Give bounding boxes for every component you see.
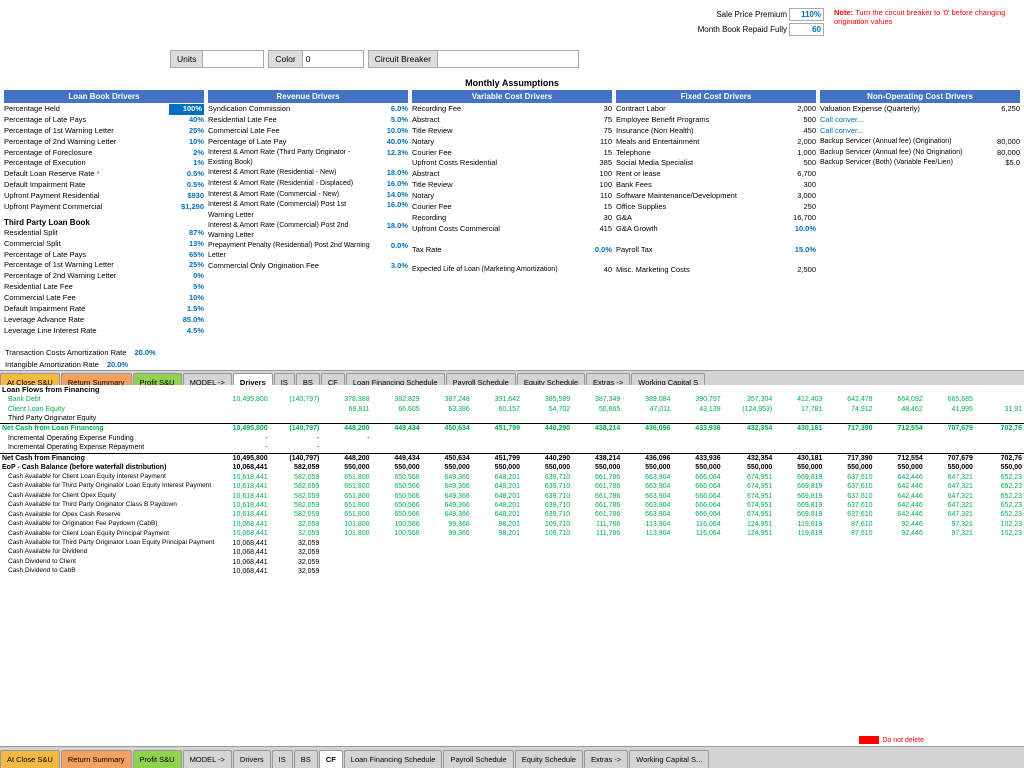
variable-cost-header: Variable Cost Drivers	[412, 90, 612, 103]
eop-cash-balance-row: EoP - Cash Balance (before waterfall dis…	[0, 463, 1024, 472]
circuit-breaker-filter: Circuit Breaker	[368, 50, 579, 68]
transaction-amort-label: Transaction Costs Amortization Rate	[5, 347, 126, 360]
color-input[interactable]	[303, 51, 363, 67]
sale-price-label: Sale Price Premium	[677, 10, 787, 19]
note-area: Note: Turn the circuit breaker to '0' be…	[834, 8, 1019, 26]
tab-bottom-model[interactable]: MODEL ->	[183, 750, 232, 768]
transaction-amort-val: 20.0%	[134, 347, 155, 360]
month-book-input[interactable]	[789, 23, 824, 36]
circuit-breaker-label: Circuit Breaker	[369, 51, 438, 67]
tab-bottom-working-capital[interactable]: Working Capital S...	[629, 750, 709, 768]
cash-avail-third-party-principal-row: Cash Available for Third Party Originato…	[0, 539, 1024, 548]
tab-bottom-bs[interactable]: BS	[294, 750, 318, 768]
assumptions-grid: Loan Book Drivers Percentage Held100% Pe…	[0, 90, 1024, 337]
red-rect-indicator	[859, 736, 879, 744]
cash-avail-dividend-row: Cash Available for Dividend 10,068,441 3…	[0, 548, 1024, 557]
month-book-label: Month Book Repaid Fully	[677, 25, 787, 34]
cash-dividend-cabb-row: Cash Dividend to CabB 10,068,441 32,059	[0, 567, 1024, 576]
pct-held-row: Percentage Held100%	[4, 104, 204, 115]
do-not-delete-label: Do not delete	[882, 737, 924, 744]
cash-avail-opex-reserve-row: Cash Available for Opex Cash Reserve 10,…	[0, 510, 1024, 519]
revenue-drivers-col: Revenue Drivers Syndication Commission6.…	[206, 90, 410, 337]
cash-avail-client-principal-row: Cash Available for Client Loan Equity Pr…	[0, 529, 1024, 538]
incr-op-exp-funding-row: Incremental Operating Expense Funding - …	[0, 434, 1024, 443]
amort-rates: Transaction Costs Amortization Rate 20.0…	[5, 347, 156, 369]
net-cash-financing-row: Net Cash from Financing 10,495,800 (140,…	[0, 453, 1024, 463]
sale-price-row: Sale Price Premium	[677, 8, 824, 21]
bank-debt-row: Bank Debt 10,495,800 (140,797) 378,388 3…	[0, 395, 1024, 404]
cash-avail-orig-fee-row: Cash Available for Origination Fee Paydo…	[0, 520, 1024, 529]
units-filter: Units	[170, 50, 264, 68]
loan-book-header: Loan Book Drivers	[4, 90, 204, 103]
net-cash-loan-financing-row: Net Cash from Loan Financing 10,495,800 …	[0, 424, 1024, 434]
intangible-amort-val: 20.0%	[107, 360, 128, 369]
do-not-delete-indicator: Do not delete	[859, 736, 924, 744]
filter-bar: Units Color Circuit Breaker	[170, 50, 1024, 68]
cash-avail-class-b-row: Cash Available for Third Party Originato…	[0, 501, 1024, 510]
intangible-amort-label: Intangible Amortization Rate	[5, 360, 99, 369]
color-label: Color	[269, 51, 302, 67]
client-loan-equity-row: Client Loan Equity 69,811 66,605 63,386 …	[0, 405, 1024, 414]
circuit-breaker-input[interactable]	[438, 51, 578, 67]
third-party-title: Third Party Loan Book	[4, 218, 204, 227]
tab-bottom-profit-su[interactable]: Profit S&U	[133, 750, 182, 768]
cash-avail-client-interest-row: Cash Available for Client Loan Equity In…	[0, 473, 1024, 482]
tab-bottom-extras[interactable]: Extras ->	[584, 750, 628, 768]
note-text: Turn the circuit breaker to '0' before c…	[834, 8, 1005, 26]
spreadsheet-table: Loan Flows from Financing Bank Debt	[0, 385, 1024, 576]
units-input[interactable]	[203, 51, 263, 67]
upper-section: Monthly Assumptions Loan Book Drivers Pe…	[0, 75, 1024, 370]
cash-dividend-client-row: Cash Dividend to Client 10,068,441 32,05…	[0, 558, 1024, 567]
tab-bottom-is[interactable]: IS	[272, 750, 293, 768]
tab-bottom-return-summary[interactable]: Return Summary	[61, 750, 132, 768]
loan-financing-header-row: Loan Flows from Financing	[0, 385, 1024, 395]
variable-cost-col: Variable Cost Drivers Recording Fee30 Ab…	[410, 90, 614, 337]
non-op-cost-header: Non-Operating Cost Drivers	[820, 90, 1020, 103]
tab-bottom-equity[interactable]: Equity Schedule	[515, 750, 583, 768]
color-filter: Color	[268, 50, 363, 68]
month-book-row: Month Book Repaid Fully	[677, 23, 824, 36]
tab-bottom-at-close[interactable]: At Close S&U	[0, 750, 60, 768]
tab-bottom-payroll[interactable]: Payroll Schedule	[443, 750, 513, 768]
monthly-assumptions-title: Monthly Assumptions	[0, 75, 1024, 90]
tab-bottom-drivers[interactable]: Drivers	[233, 750, 271, 768]
note-label: Note:	[834, 8, 853, 17]
third-party-equity-row: Third Party Originator Equity	[0, 414, 1024, 424]
bottom-tab-bar: At Close S&U Return Summary Profit S&U M…	[0, 746, 1024, 768]
fixed-cost-col: Fixed Cost Drivers Contract Labor2,000 E…	[614, 90, 818, 337]
incr-op-exp-repay-row: Incremental Operating Expense Repayment …	[0, 443, 1024, 453]
sale-price-input[interactable]	[789, 8, 824, 21]
cash-avail-client-opex-row: Cash Available for Client Opex Equity 10…	[0, 492, 1024, 501]
tab-bottom-cf[interactable]: CF	[319, 750, 343, 768]
units-label: Units	[171, 51, 203, 67]
non-op-cost-col: Non-Operating Cost Drivers Valuation Exp…	[818, 90, 1022, 337]
cash-avail-third-party-interest-row: Cash Available for Third Party Originato…	[0, 482, 1024, 491]
tab-bottom-loan-financing[interactable]: Loan Financing Schedule	[344, 750, 443, 768]
top-inputs: Sale Price Premium Month Book Repaid Ful…	[677, 8, 824, 36]
spreadsheet-area: Loan Flows from Financing Bank Debt	[0, 385, 1024, 726]
revenue-drivers-header: Revenue Drivers	[208, 90, 408, 103]
fixed-cost-header: Fixed Cost Drivers	[616, 90, 816, 103]
loan-book-col: Loan Book Drivers Percentage Held100% Pe…	[2, 90, 206, 337]
